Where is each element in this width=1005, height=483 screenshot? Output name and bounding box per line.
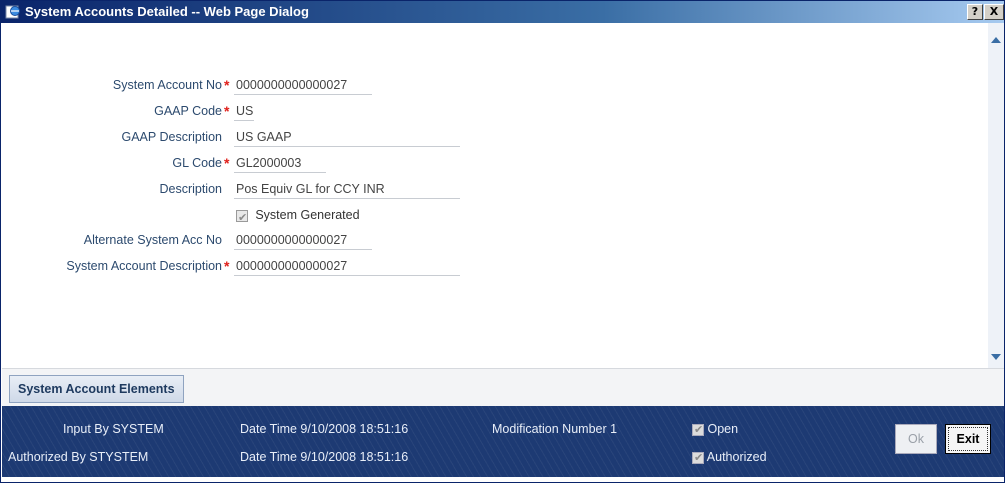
authorized-label: Authorized [706, 450, 767, 464]
system-generated-row: System Generated [236, 205, 360, 228]
gaap-description-label: GAAP Description [121, 130, 222, 144]
description-field[interactable]: Pos Equiv GL for CCY INR [234, 179, 460, 199]
system-account-no-field[interactable]: 0000000000000027 [234, 75, 372, 95]
gl-code-label: GL Code [172, 156, 222, 170]
required-marker: * [224, 103, 230, 119]
ie-page-icon [5, 5, 20, 19]
audit-footer: Input By SYSTEM Authorized By STYSTEM Da… [2, 406, 1004, 477]
authorized-by-text: Authorized By STYSTEM [8, 450, 149, 464]
window-title: System Accounts Detailed -- Web Page Dia… [25, 4, 309, 19]
system-generated-label: System Generated [255, 208, 360, 222]
open-checkbox [692, 422, 704, 438]
dialog-window: System Accounts Detailed -- Web Page Dia… [0, 0, 1005, 483]
input-by-text: Input By SYSTEM [63, 422, 164, 436]
system-generated-checkbox[interactable] [236, 208, 248, 228]
system-account-description-label: System Account Description [66, 259, 222, 273]
alternate-system-acc-no-field[interactable]: 0000000000000027 [234, 230, 372, 250]
modification-number-text: Modification Number 1 [492, 422, 618, 436]
system-account-no-label: System Account No [112, 78, 222, 92]
title-bar: System Accounts Detailed -- Web Page Dia… [1, 1, 1004, 23]
scroll-down-icon[interactable] [991, 354, 1001, 360]
close-button[interactable]: X [984, 4, 1004, 20]
gl-code-field[interactable]: GL2000003 [234, 153, 326, 173]
gaap-description-field[interactable]: US GAAP [234, 127, 460, 147]
ok-button[interactable]: Ok [895, 424, 937, 454]
required-marker: * [224, 77, 230, 93]
alternate-system-acc-no-label: Alternate System Acc No [83, 233, 222, 247]
authorized-checkbox [692, 450, 704, 466]
authorized-row: Authorized [692, 449, 767, 466]
description-label: Description [159, 182, 222, 196]
vertical-scrollbar[interactable] [988, 23, 1004, 368]
system-account-description-field[interactable]: 0000000000000027 [234, 256, 460, 276]
exit-button[interactable]: Exit [945, 424, 991, 454]
input-datetime-text: Date Time 9/10/2008 18:51:16 [240, 422, 409, 436]
gaap-code-label: GAAP Code [154, 104, 222, 118]
form-area: System Account No * 0000000000000027 GAA… [2, 23, 988, 368]
open-label: Open [707, 422, 739, 436]
open-row: Open [692, 421, 739, 438]
required-marker: * [224, 155, 230, 171]
gaap-code-field[interactable]: US [234, 101, 254, 121]
tab-strip: System Account Elements [2, 368, 1004, 406]
scroll-up-icon[interactable] [991, 37, 1001, 43]
system-account-elements-button[interactable]: System Account Elements [9, 375, 184, 403]
required-marker: * [224, 258, 230, 274]
help-button[interactable]: ? [967, 4, 983, 20]
auth-datetime-text: Date Time 9/10/2008 18:51:16 [240, 450, 409, 464]
